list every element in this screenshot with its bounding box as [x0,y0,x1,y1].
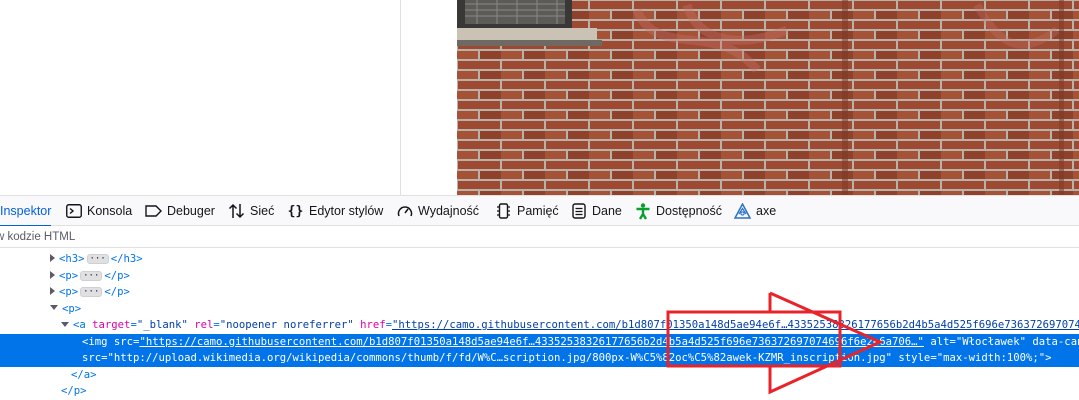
tab-console[interactable]: Konsola [65,196,132,226]
collapse-toggle-icon[interactable] [61,321,69,327]
tab-storage-label: Dane [592,204,622,218]
tree-row-img-selected-cont[interactable]: src="http://upload.wikimedia.org/wikiped… [0,350,1079,367]
devtools-toolbar: Inspektor Konsola Debuger Sieć {} Edytor… [0,195,1079,227]
tree-row-a-close[interactable]: </a> [0,367,1079,384]
axe-icon [734,203,751,220]
tab-debugger[interactable]: Debuger [145,196,215,226]
style-editor-icon: {} [287,203,304,219]
expand-toggle-icon[interactable] [50,287,55,295]
tree-row-img-selected[interactable]: <img src="https://camo.githubusercontent… [0,333,1079,350]
tab-style-editor[interactable]: {} Edytor stylów [287,196,384,226]
tab-network[interactable]: Sieć [228,196,274,226]
tree-row-p-close[interactable]: </p> [0,383,1079,400]
expand-toggle-icon[interactable] [50,254,55,262]
tab-accessibility-label: Dostępność [656,204,723,218]
tab-style-editor-label: Edytor stylów [309,204,384,218]
tree-row-p[interactable]: <p> ··· </p> [0,284,1079,301]
console-icon [65,203,82,220]
src-link[interactable]: "https://camo.githubusercontent.com/b1d8… [139,336,924,348]
page-divider [400,0,401,195]
storage-icon [570,203,587,220]
markup-tree: <h3> ··· </h3> <p> ··· </p> <p> ··· </p> <p> <… [0,248,1079,400]
collapse-toggle-icon[interactable] [50,305,58,310]
tab-performance-label: Wydajność [418,204,480,218]
tab-storage[interactable]: Dane [570,196,622,226]
collapsed-content-icon[interactable]: ··· [80,270,103,281]
tab-accessibility[interactable]: Dostępność [634,196,722,226]
tab-memory[interactable]: Pamięć [495,196,559,226]
search-html-input[interactable] [0,226,400,247]
tree-row-p-open[interactable]: <p> [0,301,1079,318]
tab-axe[interactable]: axe [734,196,776,226]
network-icon [228,203,245,220]
collapsed-content-icon[interactable]: ··· [80,287,103,297]
tab-axe-label: axe [756,204,777,218]
performance-icon [396,203,413,220]
accessibility-icon [634,202,651,220]
expand-toggle-icon[interactable] [50,270,55,279]
tab-debugger-label: Debuger [167,204,215,218]
href-link[interactable]: "https://camo.githubusercontent.com/b1d8… [392,319,1079,331]
tab-inspector[interactable]: Inspektor [0,196,52,227]
tab-inspector-label: Inspektor [0,204,52,218]
markup-search-bar [0,226,1079,248]
tree-row-h3[interactable]: <h3> ··· </h3> [0,251,1079,268]
memory-icon [495,203,512,220]
debugger-icon [145,203,162,220]
tab-performance[interactable]: Wydajność [396,196,479,226]
tree-row-p[interactable]: <p> ··· </p> [0,268,1079,285]
tree-row-a[interactable]: <a target="_blank" rel="noopener norefer… [0,317,1079,334]
tab-console-label: Konsola [87,204,133,218]
tab-memory-label: Pamięć [517,204,559,218]
collapsed-content-icon[interactable]: ··· [86,254,109,264]
brick-wall-photo [457,0,1079,195]
tab-network-label: Sieć [250,204,275,218]
page-content-area [0,0,1079,195]
